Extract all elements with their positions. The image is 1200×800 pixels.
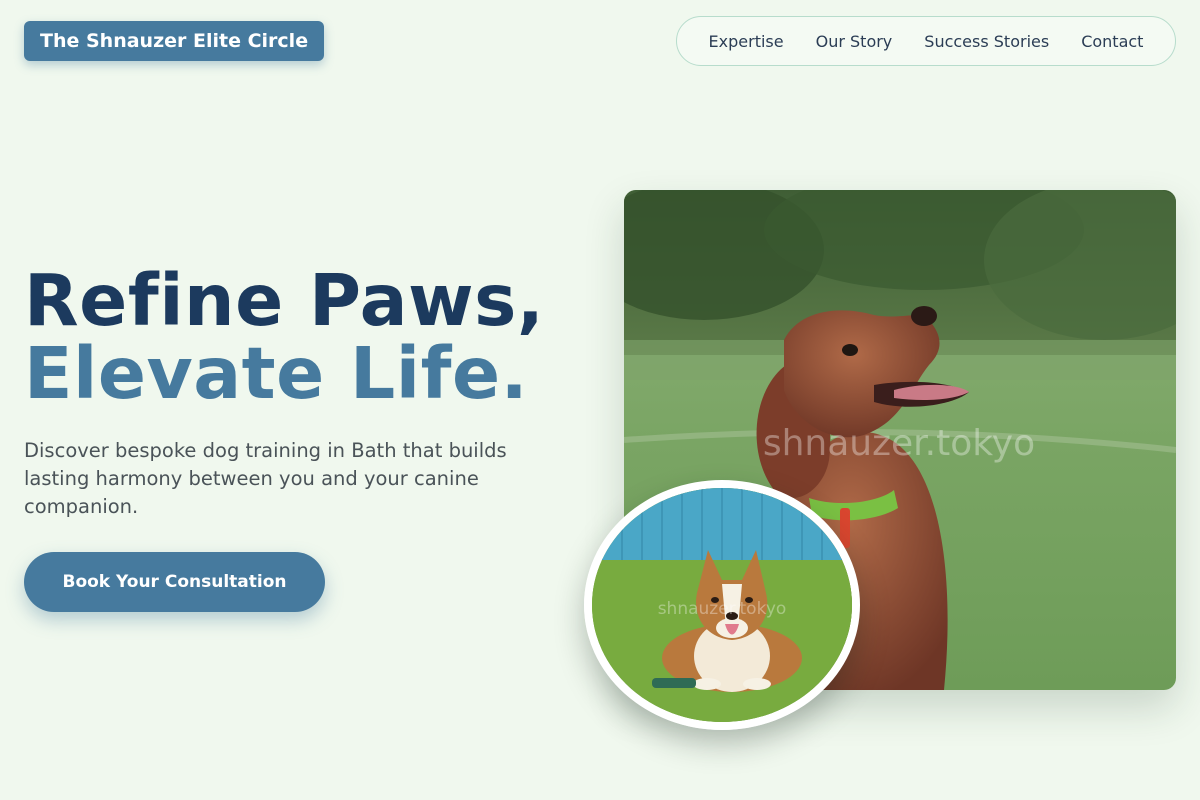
nav-link-success-stories[interactable]: Success Stories [908,32,1065,51]
nav-link-expertise[interactable]: Expertise [693,32,800,51]
main-nav: Expertise Our Story Success Stories Cont… [676,16,1176,66]
collie-photo-illustration: shnauzer.tokyo [592,488,852,722]
headline-line-2: Elevate Life. [24,332,529,415]
landing-page: The Shnauzer Elite Circle Expertise Our … [0,0,1200,800]
site-logo[interactable]: The Shnauzer Elite Circle [24,21,325,61]
hero-headline: Refine Paws, Elevate Life. [24,264,544,410]
main-photo-watermark: shnauzer.tokyo [763,423,1035,464]
book-consultation-button[interactable]: Book Your Consultation [24,552,325,612]
nav-link-our-story[interactable]: Our Story [800,32,909,51]
nav-link-contact[interactable]: Contact [1065,32,1159,51]
circle-photo-watermark: shnauzer.tokyo [658,599,787,619]
hero-secondary-photo: shnauzer.tokyo [584,480,860,730]
hero-description: Discover bespoke dog training in Bath th… [24,439,507,518]
headline-line-1: Refine Paws, [24,259,545,342]
